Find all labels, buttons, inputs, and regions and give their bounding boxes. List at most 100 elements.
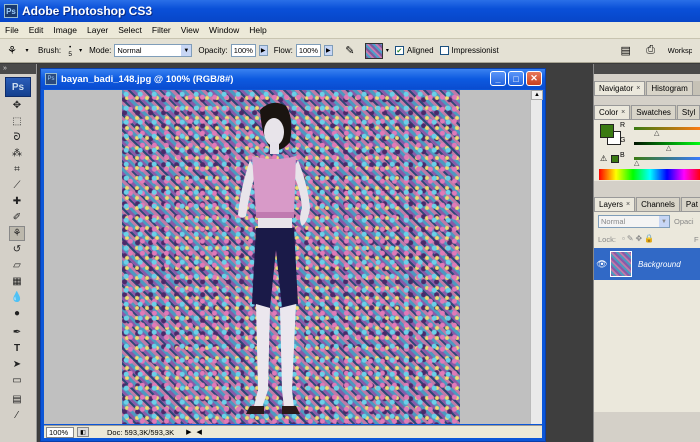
brush-dropdown-icon[interactable]: ▾ [79, 47, 82, 54]
menu-view[interactable]: View [176, 25, 204, 35]
maximize-button[interactable]: □ [508, 71, 524, 86]
menu-filter[interactable]: Filter [147, 25, 176, 35]
marquee-tool-icon[interactable]: ⬚ [9, 114, 25, 129]
tab-channels[interactable]: Channels [636, 197, 680, 211]
document-title-bar[interactable]: Ps bayan_badi_148.jpg @ 100% (RGB/8#) _ … [41, 69, 545, 89]
status-menu-arrow-icon[interactable]: ▶ [186, 428, 191, 436]
workspace-button[interactable]: Worksp [668, 46, 692, 55]
flow-slider-arrow-icon[interactable]: ▶ [323, 45, 333, 56]
palette-well-icon[interactable]: ▤ [618, 43, 634, 59]
pattern-swatch[interactable] [364, 42, 383, 59]
type-tool-icon[interactable]: T [9, 341, 25, 356]
history-brush-tool-icon[interactable]: ↺ [9, 242, 25, 257]
move-tool-icon[interactable]: ✥ [9, 98, 25, 113]
layer-thumbnail [610, 251, 632, 277]
scroll-up-arrow-icon[interactable]: ▲ [531, 90, 543, 100]
lock-icons[interactable]: ▫✎✥🔒 [622, 234, 656, 243]
woman-figure [238, 102, 310, 414]
close-button[interactable]: ✕ [526, 71, 542, 86]
eyedropper-tool-icon[interactable]: ⁄ [9, 408, 25, 423]
panel-dock-grip[interactable] [594, 64, 700, 74]
flow-input[interactable]: 100% [295, 44, 321, 57]
gradient-tool-icon[interactable]: ▦ [9, 274, 25, 289]
brush-tool-icon[interactable]: ✐ [9, 210, 25, 225]
menu-image[interactable]: Image [48, 25, 82, 35]
blend-mode-select[interactable]: Normal ▼ [598, 215, 670, 228]
tab-layers[interactable]: Layers × [594, 197, 636, 211]
flow-label: Flow: [273, 46, 293, 55]
aligned-checkbox[interactable]: ✔ [394, 46, 404, 55]
color-spectrum-bar[interactable] [599, 169, 700, 180]
toolbox: » Ps ✥ ⬚ ᘐ ⁂ ⌗ ⟋ ✚ ✐ ⚘ ↺ ▱ ▦ 💧 ● ✒ T ➤ ▭… [0, 64, 37, 442]
pattern-dropdown-icon[interactable]: ▾ [386, 47, 389, 54]
document-icon: Ps [45, 73, 57, 85]
navigator-panel-tabs: Navigator × Histogram [594, 81, 700, 96]
opacity-input[interactable]: 100% [230, 44, 256, 57]
shape-tool-icon[interactable]: ▭ [9, 373, 25, 388]
opacity-slider-arrow-icon[interactable]: ▶ [258, 45, 268, 56]
green-slider-handle-icon[interactable]: △ [666, 144, 671, 152]
mode-select[interactable]: Normal ▼ [114, 44, 193, 57]
menu-window[interactable]: Window [204, 25, 244, 35]
tab-paths[interactable]: Pat [680, 197, 700, 211]
layer-background[interactable]: 👁 Background [594, 248, 700, 280]
menu-layer[interactable]: Layer [82, 25, 113, 35]
color-panel-tabs: Color × Swatches Styl [594, 105, 700, 120]
eye-icon[interactable]: 👁 [594, 259, 610, 270]
toolbox-grip[interactable]: » [0, 64, 36, 74]
menu-select[interactable]: Select [113, 25, 147, 35]
red-slider-handle-icon[interactable]: △ [654, 129, 659, 137]
red-slider-track[interactable] [634, 127, 700, 130]
close-icon[interactable]: × [626, 201, 630, 208]
layer-name: Background [638, 259, 681, 269]
blue-slider-track[interactable] [634, 157, 700, 160]
foreground-color-swatch[interactable] [600, 124, 614, 138]
tab-navigator[interactable]: Navigator × [594, 81, 646, 95]
print-icon[interactable]: ⎙ [643, 43, 659, 59]
dodge-tool-icon[interactable]: ● [9, 306, 25, 321]
magic-wand-tool-icon[interactable]: ⁂ [9, 146, 25, 161]
tab-styles[interactable]: Styl [676, 105, 700, 119]
menu-help[interactable]: Help [244, 25, 271, 35]
path-selection-tool-icon[interactable]: ➤ [9, 357, 25, 372]
preview-icon[interactable]: ◧ [77, 427, 89, 437]
brush-picker[interactable]: • 5 [64, 44, 76, 58]
vertical-scrollbar[interactable]: ▲ [530, 90, 543, 424]
healing-brush-tool-icon[interactable]: ✚ [9, 194, 25, 209]
brush-label: Brush: [38, 46, 62, 55]
minimize-button[interactable]: _ [490, 71, 506, 86]
tab-swatches[interactable]: Swatches [631, 105, 676, 119]
green-channel-label: G [620, 137, 626, 144]
tool-preset-dropdown-icon[interactable]: ▾ [23, 43, 31, 59]
green-slider[interactable]: G △ [594, 137, 700, 152]
close-icon[interactable]: × [621, 109, 625, 116]
tab-color-label: Color [599, 108, 619, 117]
document-image[interactable] [122, 90, 460, 424]
menu-file[interactable]: File [0, 25, 24, 35]
tab-histogram[interactable]: Histogram [646, 81, 693, 95]
stamp-tool-icon[interactable]: ⚘ [9, 226, 25, 241]
scroll-left-arrow-icon[interactable]: ◀ [197, 428, 202, 436]
impressionist-checkbox[interactable] [439, 46, 449, 55]
blur-tool-icon[interactable]: 💧 [9, 290, 25, 305]
close-icon[interactable]: × [636, 85, 640, 92]
tab-color[interactable]: Color × [594, 105, 631, 119]
photoshop-logo: Ps [5, 77, 31, 97]
slice-tool-icon[interactable]: ⟋ [9, 178, 25, 193]
blue-slider-handle-icon[interactable]: △ [634, 159, 639, 167]
blue-slider[interactable]: B △ [594, 152, 700, 167]
notes-tool-icon[interactable]: ▤ [9, 392, 25, 407]
menu-edit[interactable]: Edit [24, 25, 49, 35]
document-status-bar: 100% ◧ Doc: 593,3K/593,3K ▶ ◀ [44, 425, 542, 438]
airbrush-icon[interactable]: ✎ [342, 43, 358, 59]
lasso-tool-icon[interactable]: ᘐ [9, 130, 25, 145]
zoom-input[interactable]: 100% [46, 426, 74, 438]
canvas-area[interactable] [44, 90, 531, 424]
right-panels: Navigator × Histogram Color × Swatches Sty… [593, 64, 700, 442]
pattern-stamp-tool-icon[interactable]: ⚘ [4, 43, 20, 59]
crop-tool-icon[interactable]: ⌗ [9, 162, 25, 177]
color-panel: R △ G △ ⚠ B △ [594, 120, 700, 181]
doc-size-info: Doc: 593,3K/593,3K [107, 427, 175, 437]
pen-tool-icon[interactable]: ✒ [9, 325, 25, 340]
eraser-tool-icon[interactable]: ▱ [9, 258, 25, 273]
